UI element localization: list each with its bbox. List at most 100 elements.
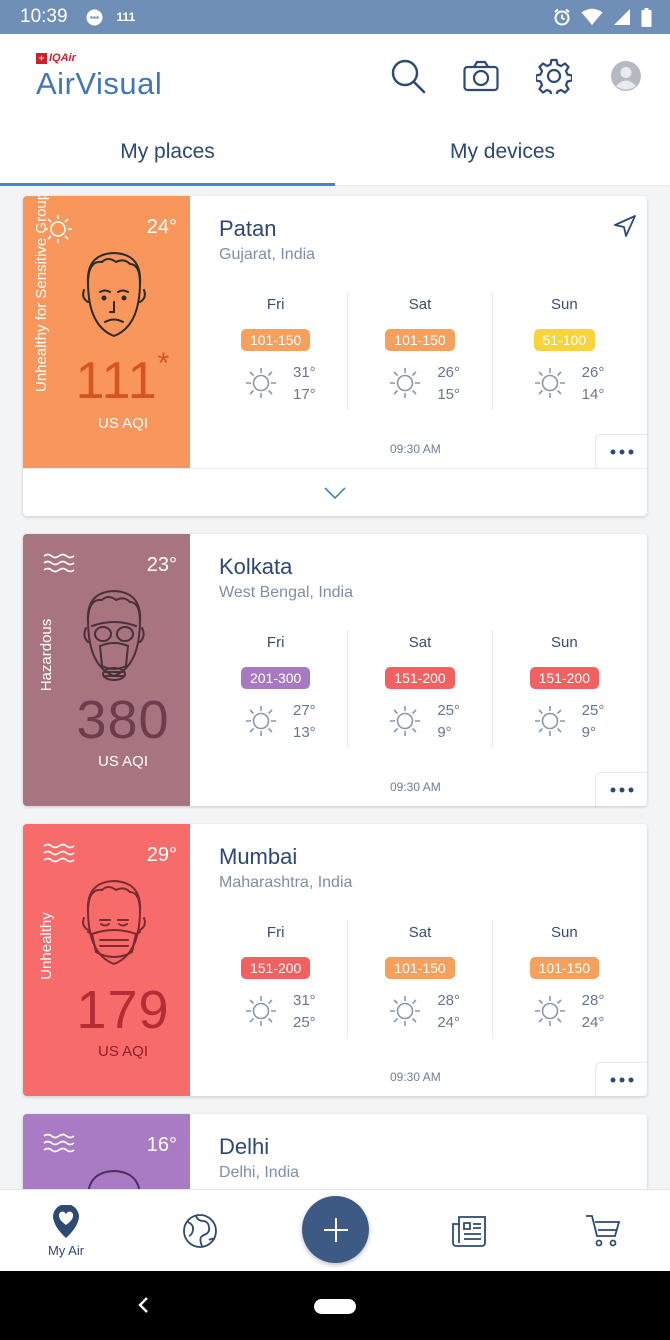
region-name: Gujarat, India: [219, 246, 316, 263]
forecast-day: Fri 101-150 31° 17°: [204, 292, 347, 410]
forecast-day-name: Sat: [408, 634, 432, 651]
search-button[interactable]: [386, 54, 430, 98]
aqi-panel: 23° Hazardous 380 US AQI: [23, 534, 190, 806]
forecast-low: 17°: [293, 386, 316, 403]
camera-button[interactable]: [459, 54, 503, 98]
system-navigation-bar: [0, 1271, 670, 1340]
bottom-navigation: My Air: [0, 1189, 670, 1271]
message-notification-icon: [86, 9, 103, 25]
sun-icon: [246, 368, 276, 398]
forecast-day-name: Sat: [408, 924, 432, 941]
gear-icon: [536, 58, 572, 94]
aqi-level-label: Unhealthy: [38, 912, 55, 980]
expand-card-button[interactable]: [23, 468, 647, 516]
forecast-high: 28°: [581, 992, 605, 1009]
forecast-day-name: Sat: [408, 296, 432, 313]
current-temperature: 23°: [146, 554, 177, 576]
forecast-high: 26°: [437, 364, 461, 381]
forecast-aqi-badge: 51-100: [533, 329, 596, 351]
place-card-patan[interactable]: 24° Unhealthy for Sensitive Groups 111* …: [23, 196, 647, 516]
aqi-number: 380: [76, 690, 170, 750]
updated-time: 09:30 AM: [390, 1070, 441, 1084]
more-options-button[interactable]: [595, 434, 647, 468]
chevron-down-icon: [324, 486, 346, 499]
app-header: + IQAir AirVisual My places My devices: [0, 34, 670, 186]
haze-icon: [43, 843, 75, 863]
home-pill[interactable]: [314, 1299, 356, 1314]
alarm-icon: [554, 8, 570, 26]
forecast-low: 25°: [293, 1014, 316, 1031]
places-list[interactable]: 24° Unhealthy for Sensitive Groups 111* …: [0, 186, 670, 1189]
city-name: Mumbai: [219, 844, 298, 869]
nav-news[interactable]: [424, 1190, 514, 1272]
updated-time: 09:30 AM: [390, 442, 441, 456]
add-place-button[interactable]: [302, 1196, 369, 1263]
sun-icon: [390, 368, 421, 398]
aqi-level-label: Unhealthy for Sensitive Groups: [33, 196, 50, 392]
region-name: Delhi, India: [219, 1164, 300, 1181]
sun-icon: [534, 706, 565, 736]
forecast-day: Sat 101-150 26° 15°: [347, 292, 491, 410]
nav-my-air[interactable]: My Air: [21, 1190, 111, 1272]
more-options-button[interactable]: [595, 1062, 647, 1096]
tab-bar: My places My devices: [0, 130, 670, 186]
tab-my-devices[interactable]: My devices: [335, 130, 670, 185]
aqi-unit: US AQI: [97, 415, 149, 432]
aqi-level-label: Hazardous: [38, 618, 55, 692]
mask-face-icon: [82, 879, 146, 966]
search-icon: [391, 59, 426, 94]
nav-shop[interactable]: [558, 1190, 648, 1272]
more-options-button[interactable]: [595, 772, 647, 806]
forecast-day: Fri 151-200 31° 25°: [204, 920, 347, 1038]
forecast-day-name: Sun: [550, 296, 578, 313]
forecast-row: Fri 151-200 31° 25° Sat 101-150 28° 24° …: [204, 920, 636, 1038]
settings-button[interactable]: [532, 54, 576, 98]
forecast-low: 14°: [581, 386, 605, 403]
plus-icon: [323, 1217, 348, 1242]
forecast-aqi-badge: 151-200: [529, 667, 600, 689]
place-card-mumbai[interactable]: 29° Unhealthy 179 US AQI Mumbai Maharash…: [23, 824, 647, 1096]
forecast-aqi-badge: 101-150: [385, 329, 455, 351]
cart-icon: [586, 1215, 621, 1247]
forecast-aqi-badge: 151-200: [385, 667, 455, 689]
forecast-high: 25°: [437, 702, 461, 719]
forecast-day: Sat 101-150 28° 24°: [347, 920, 491, 1038]
news-icon: [452, 1216, 486, 1247]
location-arrow-icon: [614, 215, 636, 237]
forecast-low: 9°: [581, 724, 596, 741]
current-temperature: 29°: [146, 844, 177, 866]
profile-button[interactable]: [604, 54, 648, 98]
wifi-icon: [581, 8, 603, 25]
forecast-low: 24°: [581, 1014, 605, 1031]
battery-icon: [641, 7, 652, 27]
current-temperature: 24°: [146, 216, 177, 238]
tab-my-places[interactable]: My places: [0, 130, 335, 186]
place-card-delhi[interactable]: 16° Delhi Delhi, India: [23, 1114, 647, 1189]
gas-mask-face-icon: [83, 589, 145, 681]
forecast-day: Sun 51-100 26° 14°: [491, 292, 636, 410]
face-icon: [87, 1169, 141, 1189]
forecast-day-name: Sun: [550, 634, 578, 651]
forecast-low: 15°: [437, 386, 461, 403]
back-icon[interactable]: [136, 1295, 150, 1315]
nav-world-map[interactable]: [155, 1190, 245, 1272]
sun-icon: [246, 706, 276, 736]
forecast-aqi-badge: 101-150: [240, 329, 311, 351]
forecast-high: 25°: [581, 702, 605, 719]
signal-icon: [614, 9, 630, 25]
city-name: Kolkata: [219, 554, 293, 579]
globe-icon: [183, 1214, 217, 1248]
camera-icon: [463, 60, 499, 92]
aqi-value: 111*: [63, 347, 183, 411]
sun-icon: [246, 996, 276, 1026]
aqi-panel: 24° Unhealthy for Sensitive Groups 111* …: [23, 196, 190, 468]
forecast-aqi-badge: 151-200: [240, 957, 311, 979]
forecast-high: 27°: [293, 702, 316, 719]
city-name: Delhi: [219, 1134, 270, 1159]
forecast-high: 26°: [581, 364, 605, 381]
status-notifications: 111: [86, 9, 135, 26]
place-card-kolkata[interactable]: 23° Hazardous 380 US AQI Kolkata West Be…: [23, 534, 647, 806]
forecast-high: 31°: [293, 992, 316, 1009]
aqi-number: 179: [76, 980, 170, 1040]
app-logo: AirVisual: [36, 66, 163, 101]
